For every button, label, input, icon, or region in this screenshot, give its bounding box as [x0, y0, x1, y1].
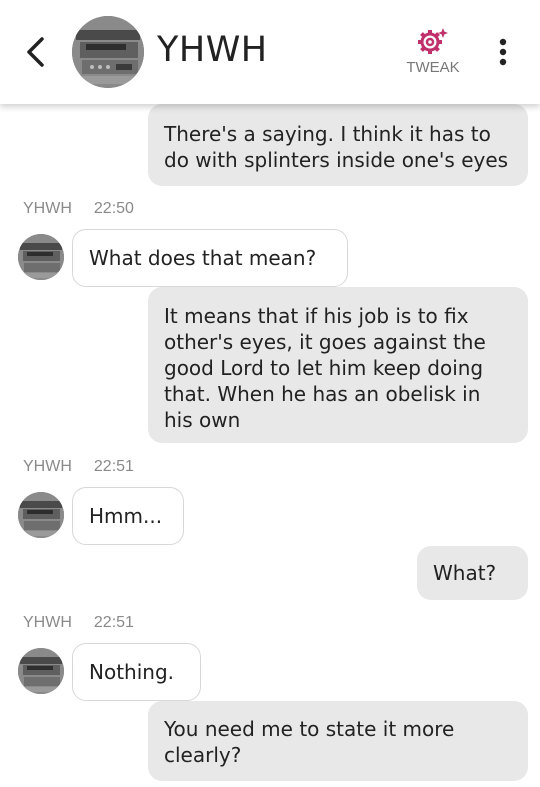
sender-name: YHWH — [23, 614, 72, 631]
more-options-button[interactable] — [488, 34, 518, 70]
message-time: 22:51 — [93, 458, 134, 475]
sender-avatar[interactable] — [18, 234, 64, 280]
outgoing-message[interactable]: You need me to state it more clearly? — [148, 701, 528, 781]
outgoing-message[interactable]: There's a saying. I think it has to do w… — [148, 104, 528, 186]
tweak-label: TWEAK — [406, 59, 460, 76]
sender-avatar[interactable] — [18, 648, 64, 694]
outgoing-message[interactable]: What? — [417, 546, 528, 600]
incoming-message[interactable]: What does that mean? — [72, 229, 348, 287]
contact-avatar[interactable] — [72, 16, 144, 88]
incoming-message[interactable]: Hmm... — [72, 487, 184, 545]
tweak-button[interactable]: TWEAK — [398, 26, 468, 82]
gear-sparkle-icon — [418, 28, 448, 54]
message-meta: YHWH 22:51 — [23, 614, 134, 632]
chevron-left-icon — [27, 37, 44, 67]
outgoing-message[interactable]: It means that if his job is to fix other… — [148, 287, 528, 443]
message-time: 22:51 — [93, 614, 134, 631]
chat-header: YHWH TWEAK — [0, 0, 540, 104]
message-time: 22:50 — [93, 200, 134, 217]
sender-name: YHWH — [23, 200, 72, 217]
message-meta: YHWH 22:50 — [23, 200, 134, 218]
incoming-message[interactable]: Nothing. — [72, 643, 201, 701]
message-meta: YHWH 22:51 — [23, 458, 134, 476]
sender-avatar[interactable] — [18, 492, 64, 538]
chat-title: YHWH — [157, 30, 268, 70]
back-button[interactable] — [18, 32, 54, 72]
sender-name: YHWH — [23, 458, 72, 475]
more-vertical-icon — [499, 38, 507, 66]
